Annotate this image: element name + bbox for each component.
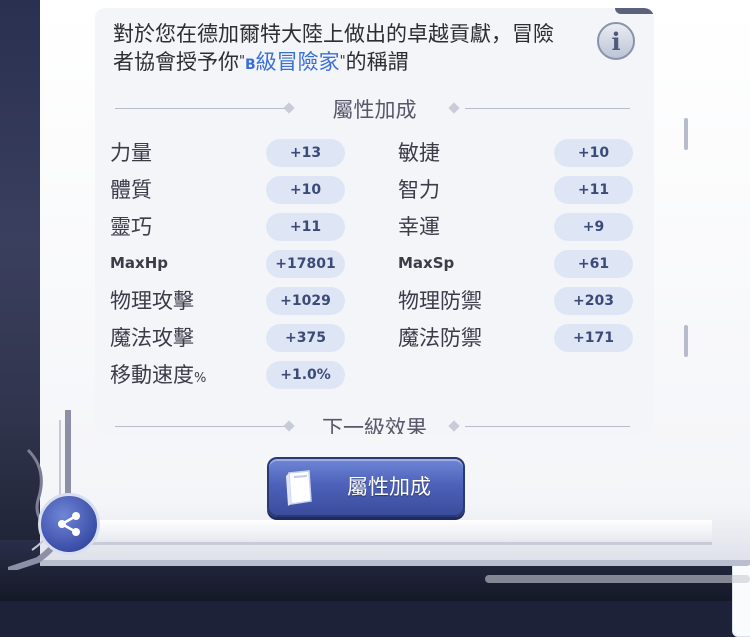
stat-value: +375 — [266, 324, 345, 352]
section-title: 下一級效果 — [322, 416, 427, 434]
info-icon[interactable]: i — [597, 22, 635, 60]
attribute-panel: 對於您在德加爾特大陸上做出的卓越貢獻，冒險 者協會授予你"B級冒險家"的稱謂 i… — [95, 8, 654, 434]
header-tab — [615, 8, 654, 14]
section-header-next-level: 下一級效果 — [95, 412, 654, 434]
stat-value: +11 — [266, 213, 345, 241]
page-binding-mark — [684, 325, 688, 357]
rank-title: B級冒險家 — [244, 50, 340, 74]
stat-value: +1.0% — [266, 361, 345, 389]
stat-label: 幸運 — [398, 215, 440, 239]
stat-value: +13 — [266, 139, 345, 167]
stat-label: 力量 — [110, 141, 152, 165]
stat-label: 智力 — [398, 178, 440, 202]
achievement-description: 對於您在德加爾特大陸上做出的卓越貢獻，冒險 者協會授予你"B級冒險家"的稱謂 — [113, 20, 593, 79]
divider-line — [465, 426, 630, 427]
stat-label: 靈巧 — [110, 215, 152, 239]
description-line-2: 者協會授予你"B級冒險家"的稱謂 — [113, 50, 409, 74]
attribute-bonus-button[interactable]: 屬性加成 — [267, 457, 465, 517]
stat-label: 魔法防禦 — [398, 326, 482, 350]
description-prefix: 者協會授予你 — [113, 50, 239, 74]
home-indicator — [485, 575, 750, 583]
divider-line — [465, 108, 630, 109]
section-header-attributes: 屬性加成 — [95, 94, 654, 124]
description-suffix: 的稱謂 — [345, 50, 409, 74]
button-label: 屬性加成 — [347, 475, 431, 499]
stat-label: MaxHp — [110, 254, 169, 272]
book-icon — [286, 470, 312, 506]
stat-value: +10 — [554, 139, 633, 167]
stat-label: MaxSp — [398, 254, 455, 272]
stat-label: 移動速度% — [110, 363, 207, 387]
stat-value: +10 — [266, 176, 345, 204]
stat-value: +9 — [554, 213, 633, 241]
stat-value: +1029 — [266, 287, 345, 315]
stat-label: 體質 — [110, 178, 152, 202]
stat-label: 物理攻擊 — [110, 289, 194, 313]
stat-value: +171 — [554, 324, 633, 352]
stat-value: +61 — [554, 250, 633, 278]
page-edge — [52, 520, 712, 545]
stat-value: +203 — [554, 287, 633, 315]
page-binding-mark — [684, 118, 688, 150]
stat-label: 魔法攻擊 — [110, 326, 194, 350]
stat-value: +17801 — [266, 250, 345, 278]
share-button[interactable] — [38, 493, 100, 555]
stat-label: 物理防禦 — [398, 289, 482, 313]
section-title: 屬性加成 — [332, 98, 417, 122]
stat-value: +11 — [554, 176, 633, 204]
stat-label: 敏捷 — [398, 141, 440, 165]
share-icon — [58, 512, 80, 536]
description-line-1: 對於您在德加爾特大陸上做出的卓越貢獻，冒險 — [113, 22, 554, 46]
